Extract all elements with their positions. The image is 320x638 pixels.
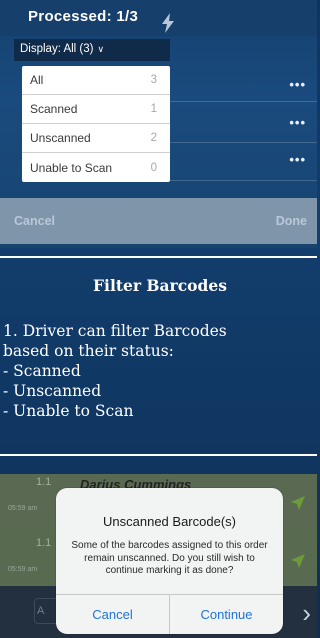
filter-option-label: Unscanned — [30, 131, 91, 145]
filter-dropdown: All 3 Scanned 1 Unscanned 2 Unable to Sc… — [22, 66, 170, 182]
tutorial-caption: Filter Barcodes 1. Driver can filter Bar… — [0, 256, 317, 456]
barcode-list-screen: Processed: 1/3 Display: All (3) ∨ ••• •••… — [0, 0, 317, 248]
filter-option-unscanned[interactable]: Unscanned 2 — [22, 124, 170, 153]
caption-line: - Scanned — [3, 362, 81, 380]
row-divider — [170, 142, 317, 143]
alert-title: Unscanned Barcode(s) — [103, 514, 236, 529]
action-bar: Cancel Done — [0, 198, 317, 244]
order-number: 1.1 — [36, 476, 52, 488]
filter-option-count: 2 — [150, 132, 157, 144]
filter-option-scanned[interactable]: Scanned 1 — [22, 95, 170, 124]
display-filter-label: Display: All (3) — [20, 43, 94, 55]
caption-line: based on their status: — [3, 342, 174, 360]
unscanned-alert-dialog: Unscanned Barcode(s) Some of the barcode… — [56, 488, 283, 634]
alert-continue-button[interactable]: Continue — [169, 595, 283, 634]
chevron-down-icon: ∨ — [97, 44, 105, 54]
alert-buttons: Cancel Continue — [56, 594, 283, 634]
alert-cancel-button[interactable]: Cancel — [56, 595, 169, 634]
filter-option-label: Unable to Scan — [30, 160, 113, 175]
navigate-arrow-icon[interactable] — [291, 554, 305, 568]
caption-title: Filter Barcodes — [93, 276, 227, 295]
cancel-button[interactable]: Cancel — [14, 214, 55, 228]
order-time: 05:59 am — [8, 505, 38, 512]
caption-line: - Unscanned — [3, 382, 102, 400]
filter-option-count: 1 — [150, 103, 157, 115]
alert-message: Some of the barcodes assigned to this or… — [71, 540, 268, 576]
row-divider — [170, 180, 317, 181]
display-filter-button[interactable]: Display: All (3) ∨ — [14, 39, 170, 61]
more-options-icon[interactable]: ••• — [289, 77, 306, 92]
header-bar: Processed: 1/3 — [0, 0, 317, 36]
filter-option-label: All — [30, 73, 44, 87]
caption-line: 1. Driver can filter Barcodes — [3, 322, 227, 340]
navigate-arrow-icon[interactable] — [291, 496, 305, 510]
done-button[interactable]: Done — [276, 214, 307, 228]
lightning-icon[interactable] — [160, 13, 176, 33]
chevron-right-icon[interactable]: › — [302, 598, 311, 629]
filter-option-label: Scanned — [30, 102, 78, 116]
filter-option-count: 0 — [150, 161, 157, 174]
filter-option-count: 3 — [150, 74, 157, 86]
filter-option-all[interactable]: All 3 — [22, 66, 170, 95]
more-options-icon[interactable]: ••• — [289, 152, 306, 167]
row-divider — [170, 101, 317, 102]
order-number: 1.1 — [36, 537, 52, 549]
caption-line: - Unable to Scan — [3, 402, 134, 420]
filter-option-unable-to-scan[interactable]: Unable to Scan 0 — [22, 153, 170, 182]
processed-counter: Processed: 1/3 — [28, 8, 139, 25]
more-options-icon[interactable]: ••• — [289, 115, 306, 130]
order-time: 05:59 am — [8, 566, 38, 573]
